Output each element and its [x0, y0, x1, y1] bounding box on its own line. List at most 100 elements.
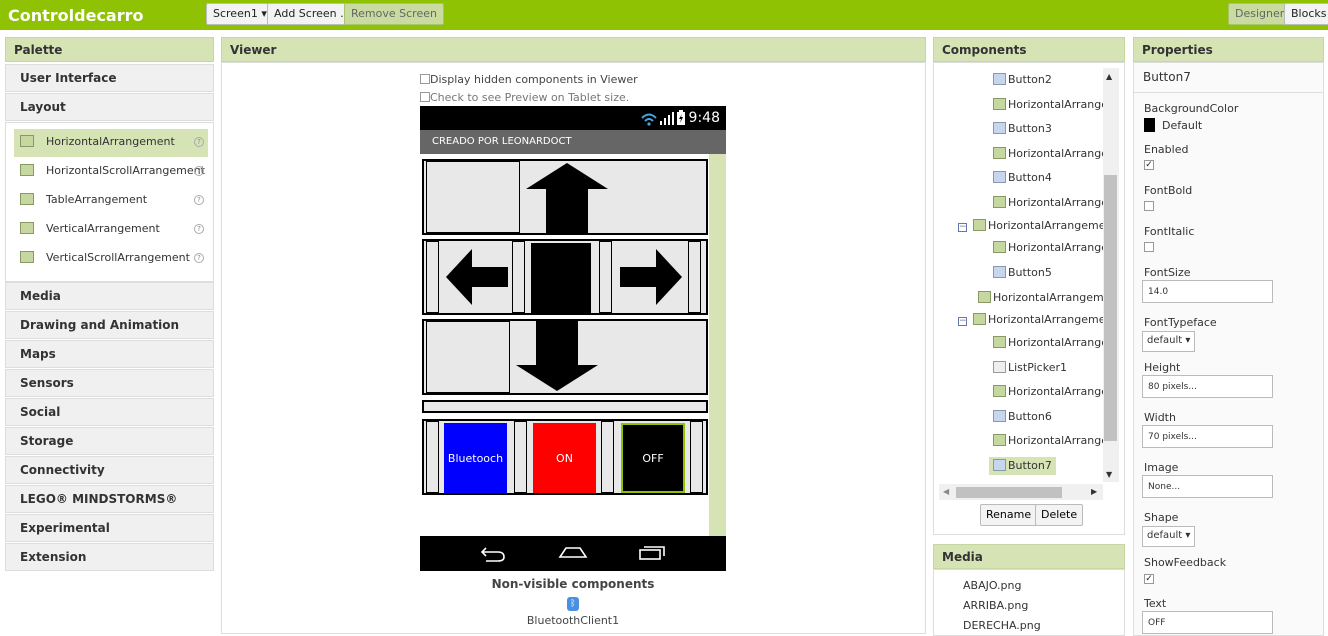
tree-item-arrangement-expandable[interactable]: − HorizontalArrangemer — [958, 311, 1110, 329]
bluetooth-button[interactable]: Bluetooch — [444, 423, 507, 493]
tree-item-arrangement[interactable]: HorizontalArranger — [993, 432, 1113, 450]
palette-item-label: VerticalScrollArrangement — [46, 251, 190, 264]
display-hidden-checkbox[interactable] — [420, 74, 430, 84]
tree-item-arrangement[interactable]: HorizontalArranger — [993, 239, 1113, 257]
palette-item-horizontal-arrangement[interactable]: HorizontalArrangement ? — [14, 129, 208, 157]
empty-arrangement[interactable] — [422, 400, 708, 413]
palette-layout-list: HorizontalArrangement ? HorizontalScroll… — [5, 122, 214, 282]
help-icon[interactable]: ? — [194, 166, 204, 176]
components-vertical-scroll-thumb[interactable] — [1104, 175, 1117, 441]
tree-item-button6[interactable]: Button6 — [993, 408, 1052, 426]
tree-item-button4[interactable]: Button4 — [993, 169, 1052, 187]
palette-category-storage[interactable]: Storage — [5, 427, 214, 455]
fontitalic-checkbox[interactable] — [1144, 242, 1154, 252]
tree-item-arrangement[interactable]: HorizontalArranger — [993, 194, 1113, 212]
help-icon[interactable]: ? — [194, 224, 204, 234]
palette-category-connectivity[interactable]: Connectivity — [5, 456, 214, 484]
tree-item-listpicker1[interactable]: ListPicker1 — [993, 359, 1067, 377]
scroll-left-icon[interactable]: ◀ — [943, 487, 949, 496]
tree-item-arrangement[interactable]: HorizontalArranger — [993, 334, 1113, 352]
tree-item-button7[interactable]: Button7 — [989, 457, 1056, 475]
arrangement-icon — [973, 219, 986, 231]
media-file[interactable]: ARRIBA.png — [963, 599, 1028, 612]
palette-item-table-arrangement[interactable]: TableArrangement ? — [14, 187, 208, 215]
palette-category-extension[interactable]: Extension — [5, 543, 214, 571]
bluetooth-client-label[interactable]: BluetoothClient1 — [420, 614, 726, 627]
media-file[interactable]: ABAJO.png — [963, 579, 1022, 592]
palette-category-drawing[interactable]: Drawing and Animation — [5, 311, 214, 339]
background-color-value[interactable]: Default — [1162, 119, 1202, 132]
down-arrow-button[interactable] — [512, 321, 602, 393]
palette-item-vertical-arrangement[interactable]: VerticalArrangement ? — [14, 216, 208, 244]
height-input[interactable]: 80 pixels... — [1142, 375, 1273, 398]
palette-category-lego[interactable]: LEGO® MINDSTORMS® — [5, 485, 214, 513]
left-arrow-button[interactable] — [442, 243, 512, 311]
palette-category-sensors[interactable]: Sensors — [5, 369, 214, 397]
help-icon[interactable]: ? — [194, 137, 204, 147]
scroll-right-icon[interactable]: ▶ — [1091, 487, 1097, 496]
home-icon[interactable] — [558, 544, 588, 560]
background-color-label: BackgroundColor — [1144, 102, 1239, 115]
fonttypeface-select[interactable]: default ▾ — [1142, 331, 1196, 352]
tree-item-arrangement[interactable]: HorizontalArranger — [993, 145, 1113, 163]
scroll-down-icon[interactable]: ▼ — [1106, 470, 1112, 479]
enabled-checkbox[interactable]: ✓ — [1144, 160, 1154, 170]
palette-category-maps[interactable]: Maps — [5, 340, 214, 368]
stop-button[interactable] — [531, 243, 591, 313]
showfeedback-checkbox[interactable]: ✓ — [1144, 574, 1154, 584]
remove-screen-button[interactable]: Remove Screen — [344, 3, 444, 25]
blocks-button[interactable]: Blocks — [1284, 3, 1328, 25]
palette-category-layout[interactable]: Layout — [5, 93, 214, 121]
fontsize-input[interactable]: 14.0 — [1142, 280, 1273, 303]
display-hidden-row[interactable]: Display hidden components in Viewer — [420, 73, 638, 86]
tree-label: HorizontalArranger — [1008, 196, 1113, 209]
on-button[interactable]: ON — [533, 423, 596, 493]
down-arrangement[interactable] — [422, 319, 708, 395]
width-input[interactable]: 70 pixels... — [1142, 425, 1273, 448]
shape-label: Shape — [1144, 511, 1179, 524]
tree-item-button2[interactable]: Button2 — [993, 71, 1052, 89]
text-input[interactable]: OFF — [1142, 611, 1273, 634]
recents-icon[interactable] — [638, 544, 666, 560]
up-arrangement[interactable] — [422, 159, 708, 235]
scroll-up-icon[interactable]: ▲ — [1106, 72, 1112, 81]
palette-category-experimental[interactable]: Experimental — [5, 514, 214, 542]
tree-item-arrangement-expandable[interactable]: − HorizontalArrangemer — [958, 217, 1110, 235]
color-swatch[interactable] — [1144, 118, 1155, 132]
tree-item-arrangement[interactable]: HorizontalArranger — [993, 383, 1113, 401]
tablet-preview-checkbox[interactable] — [420, 92, 430, 102]
shape-select[interactable]: default ▾ — [1142, 526, 1196, 547]
tree-item-button3[interactable]: Button3 — [993, 120, 1052, 138]
delete-button[interactable]: Delete — [1035, 504, 1084, 526]
media-file[interactable]: DERECHA.png — [963, 619, 1041, 632]
help-icon[interactable]: ? — [194, 253, 204, 263]
up-arrow-button[interactable] — [522, 161, 612, 233]
palette-item-label: VerticalArrangement — [46, 222, 160, 235]
back-icon[interactable] — [480, 544, 506, 562]
image-input[interactable]: None... — [1142, 475, 1273, 498]
rename-button[interactable]: Rename — [980, 504, 1038, 526]
control-buttons-arrangement[interactable]: Bluetooch ON OFF — [422, 419, 708, 495]
palette-header: Palette — [5, 37, 214, 62]
tree-item-arrangement[interactable]: HorizontalArrangemer — [978, 289, 1115, 307]
tree-item-button5[interactable]: Button5 — [993, 264, 1052, 282]
nav-bar — [420, 536, 726, 571]
palette-item-horizontal-scroll-arrangement[interactable]: HorizontalScrollArrangement ? — [14, 158, 208, 186]
screen-select-dropdown[interactable]: Screen1 ▾ — [206, 3, 274, 25]
right-arrow-button[interactable] — [616, 243, 686, 311]
collapse-icon[interactable]: − — [958, 317, 967, 326]
collapse-icon[interactable]: − — [958, 223, 967, 232]
tablet-preview-row[interactable]: Check to see Preview on Tablet size. — [420, 91, 629, 104]
palette-category-media[interactable]: Media — [5, 282, 214, 310]
palette-category-social[interactable]: Social — [5, 398, 214, 426]
tree-item-arrangement[interactable]: HorizontalArranger — [993, 96, 1113, 114]
bluetooth-icon[interactable]: ᛒ — [567, 597, 579, 611]
fontbold-checkbox[interactable] — [1144, 201, 1154, 211]
middle-arrangement[interactable] — [422, 239, 708, 315]
components-horizontal-scroll-thumb[interactable] — [956, 487, 1062, 498]
palette-item-vertical-scroll-arrangement[interactable]: VerticalScrollArrangement ? — [14, 245, 208, 273]
off-button[interactable]: OFF — [621, 423, 685, 493]
designer-button[interactable]: Designer — [1228, 3, 1292, 25]
palette-category-user-interface[interactable]: User Interface — [5, 64, 214, 92]
help-icon[interactable]: ? — [194, 195, 204, 205]
